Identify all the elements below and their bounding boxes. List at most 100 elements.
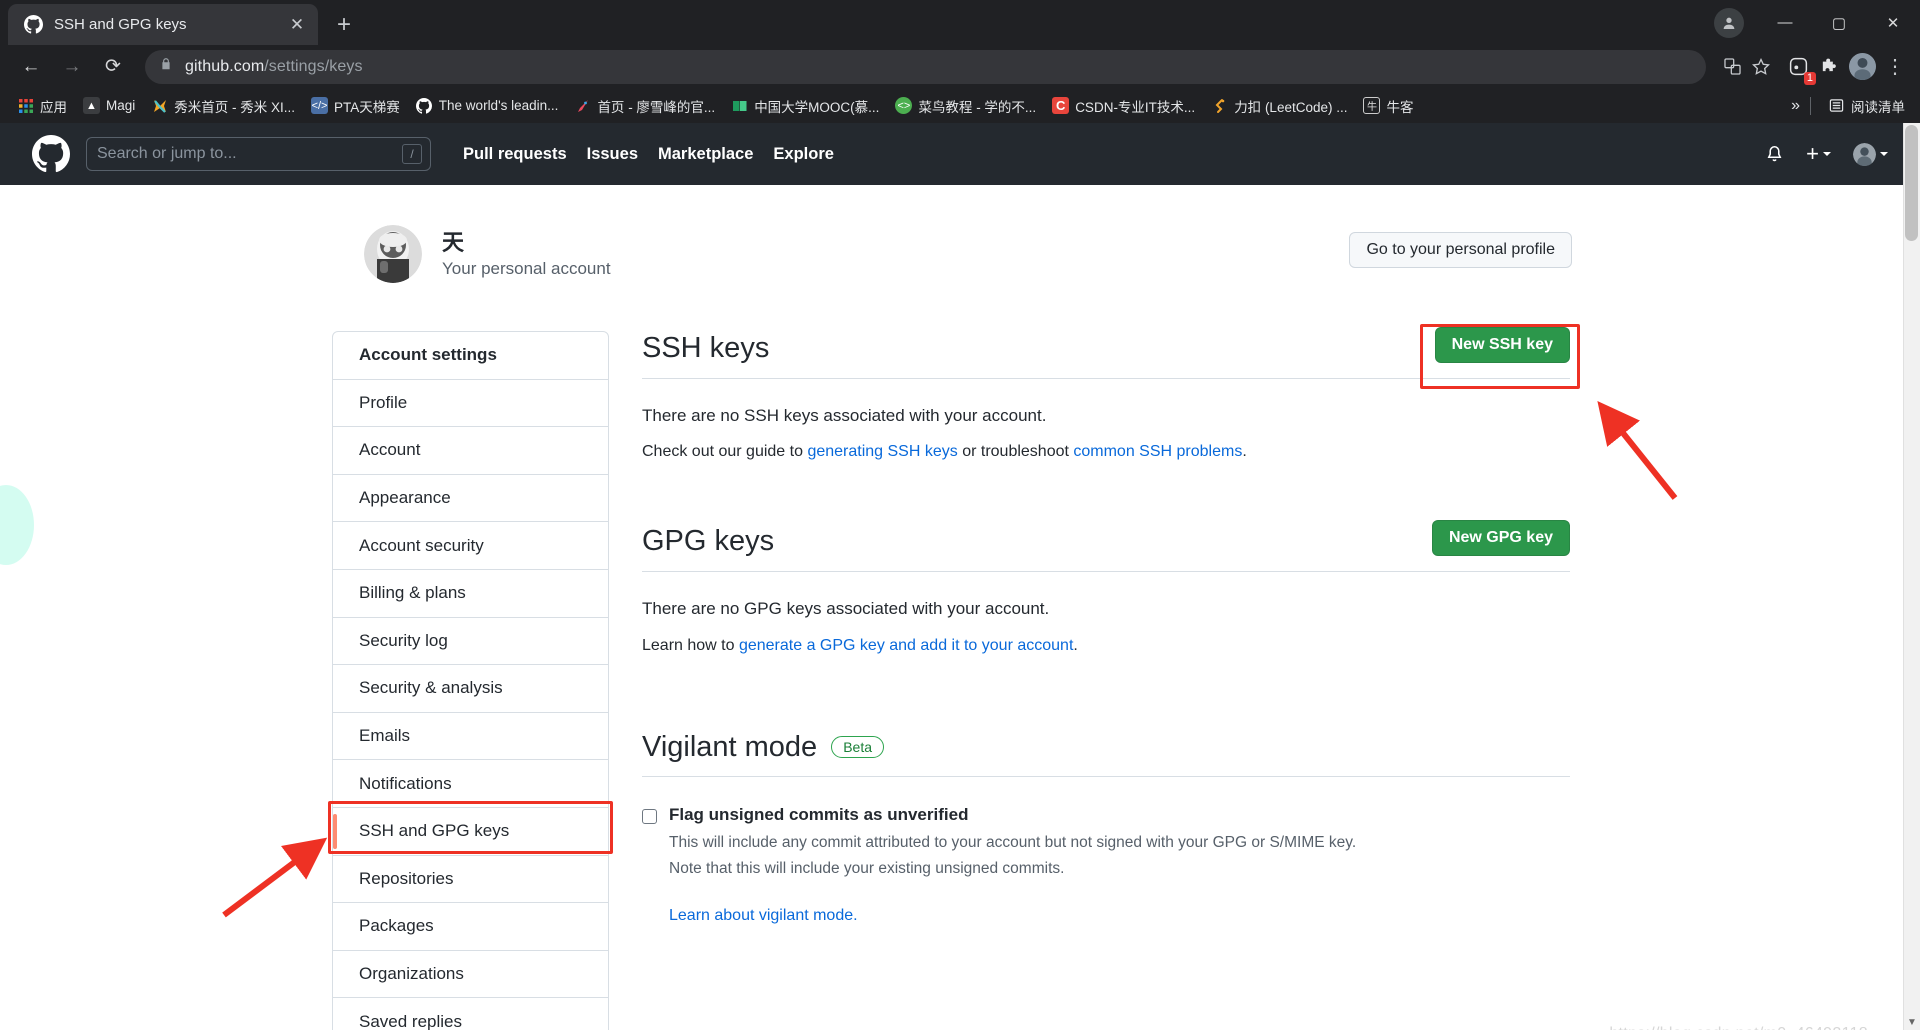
search-shortcut-hint: / — [402, 144, 422, 164]
extension-badge-count: 1 — [1803, 71, 1816, 85]
sidebar-item-account[interactable]: Account — [333, 427, 608, 475]
browser-window: SSH and GPG keys ✕ + — ▢ ✕ ← → ⟳ github.… — [0, 0, 1920, 1030]
address-bar[interactable]: github.com/settings/keys — [145, 49, 1706, 84]
bookmarks-overflow-button[interactable]: » — [1791, 97, 1800, 115]
sidebar-item-repositories[interactable]: Repositories — [333, 856, 608, 904]
translate-icon[interactable] — [1719, 54, 1745, 80]
page-scrollbar[interactable]: ▲ ▼ — [1903, 123, 1920, 1030]
bookmark-label: Magi — [106, 98, 136, 113]
bookmark-runoob[interactable]: <> 菜鸟教程 - 学的不... — [888, 92, 1043, 120]
new-tab-button[interactable]: + — [327, 8, 361, 42]
browser-profile-icon[interactable] — [1714, 7, 1744, 38]
sidebar-item-notifications[interactable]: Notifications — [333, 760, 608, 808]
vigilant-mode-section: Vigilant mode Beta Flag unsigned commits… — [642, 730, 1570, 926]
flag-unsigned-commits-checkbox[interactable] — [642, 809, 657, 825]
close-window-button[interactable]: ✕ — [1866, 0, 1920, 45]
gpg-empty-text: There are no GPG keys associated with yo… — [642, 599, 1050, 619]
bookmarks-bar-right: » 阅读清单 — [1791, 92, 1912, 120]
extension-badge-icon[interactable]: 1 — [1785, 54, 1816, 85]
sidebar-item-security-analysis[interactable]: Security & analysis — [333, 665, 608, 713]
sidebar-item-appearance[interactable]: Appearance — [333, 475, 608, 523]
bookmark-magi[interactable]: ▲ Magi — [76, 93, 142, 118]
new-ssh-key-button[interactable]: New SSH key — [1434, 327, 1570, 363]
reload-button[interactable]: ⟳ — [94, 48, 132, 86]
checkbox-note-line-1: This will include any commit attributed … — [669, 834, 1357, 852]
bookmark-nowcoder[interactable]: 牛 牛客 — [1356, 92, 1420, 120]
magi-icon: ▲ — [83, 97, 100, 114]
nav-explore[interactable]: Explore — [773, 145, 834, 164]
checkbox-note-line-2: Note that this will include your existin… — [669, 860, 1065, 878]
sidebar-item-account-security[interactable]: Account security — [333, 522, 608, 570]
checkbox-label: Flag unsigned commits as unverified — [669, 805, 969, 825]
go-to-profile-button[interactable]: Go to your personal profile — [1349, 232, 1572, 268]
bookmark-pta[interactable]: </> PTA天梯赛 — [304, 92, 407, 120]
create-new-button[interactable]: + — [1806, 143, 1831, 165]
sidebar-item-billing-plans[interactable]: Billing & plans — [333, 570, 608, 618]
leetcode-icon — [1211, 97, 1228, 114]
generate-gpg-key-link[interactable]: generate a GPG key and add it to your ac… — [739, 637, 1073, 654]
watermark: https://blog.csdn.net/m0_46492118 — [1609, 1025, 1868, 1030]
sidebar-item-security-log[interactable]: Security log — [333, 618, 608, 666]
puzzle-icon[interactable] — [1817, 54, 1843, 80]
browser-menu-button[interactable]: ⋮ — [1882, 54, 1908, 80]
browser-account-avatar[interactable] — [1849, 53, 1876, 80]
scrollbar-thumb[interactable] — [1905, 125, 1918, 241]
apps-grid-icon — [17, 97, 34, 114]
bookmark-liaoxuefeng[interactable]: 首页 - 廖雪峰的官... — [567, 92, 722, 120]
back-button[interactable]: ← — [12, 48, 50, 86]
url-path: /settings/keys — [264, 57, 363, 75]
bookmark-leetcode[interactable]: 力扣 (LeetCode) ... — [1204, 92, 1354, 120]
new-gpg-key-button[interactable]: New GPG key — [1431, 520, 1570, 557]
window-controls: — ▢ ✕ — [1714, 0, 1920, 45]
bookmark-csdn[interactable]: C CSDN-专业IT技术... — [1045, 92, 1202, 120]
ssh-guide-text: Check out our guide to generating SSH ke… — [642, 440, 1570, 464]
nav-pull-requests[interactable]: Pull requests — [463, 145, 567, 164]
reading-list-label: 阅读清单 — [1851, 99, 1905, 115]
learn-about-vigilant-mode-link[interactable]: Learn about vigilant mode. — [669, 907, 1356, 925]
reading-list-button[interactable]: 阅读清单 — [1821, 92, 1912, 120]
sidebar-item-saved-replies[interactable]: Saved replies — [333, 998, 608, 1030]
forward-button[interactable]: → — [53, 48, 91, 86]
github-mark-icon[interactable] — [32, 135, 70, 173]
divider — [642, 377, 1570, 379]
chevron-down-icon — [1880, 152, 1888, 156]
bell-icon[interactable] — [1765, 145, 1784, 164]
flag-unsigned-commits-row: Flag unsigned commits as unverified This… — [642, 805, 1570, 925]
close-icon[interactable]: ✕ — [286, 14, 308, 36]
scroll-down-icon[interactable]: ▼ — [1907, 1017, 1917, 1028]
header-right: + — [1765, 142, 1888, 166]
minimize-button[interactable]: — — [1758, 0, 1812, 45]
ssh-keys-title-row: SSH keys New SSH key — [642, 327, 1570, 366]
nav-issues[interactable]: Issues — [587, 145, 638, 164]
account-subtitle: Your personal account — [442, 258, 611, 278]
sidebar-item-profile[interactable]: Profile — [333, 380, 608, 428]
github-icon — [416, 97, 433, 114]
generating-ssh-keys-link[interactable]: generating SSH keys — [807, 443, 957, 460]
search-input[interactable]: Search or jump to... / — [86, 137, 431, 171]
maximize-button[interactable]: ▢ — [1812, 0, 1866, 45]
sidebar-item-emails[interactable]: Emails — [333, 713, 608, 761]
github-header: Search or jump to... / Pull requests Iss… — [0, 123, 1920, 185]
github-icon — [24, 15, 43, 34]
avatar[interactable] — [364, 225, 422, 283]
url-text: github.com/settings/keys — [185, 58, 363, 76]
avatar — [1853, 142, 1876, 166]
common-ssh-problems-link[interactable]: common SSH problems — [1073, 443, 1242, 460]
sidebar-item-organizations[interactable]: Organizations — [333, 951, 608, 999]
bookmark-apps[interactable]: 应用 — [10, 92, 74, 120]
account-menu-button[interactable] — [1853, 142, 1888, 166]
divider — [1810, 96, 1811, 115]
settings-layout: Account settings Profile Account Appeara… — [0, 283, 1920, 1030]
sidebar-item-packages[interactable]: Packages — [333, 903, 608, 951]
divider — [642, 776, 1570, 778]
bookmark-xiumi[interactable]: 秀米首页 - 秀米 XI... — [144, 92, 302, 120]
sidebar-item-ssh-and-gpg-keys[interactable]: SSH and GPG keys — [333, 808, 608, 856]
bookmark-github[interactable]: The world's leadin... — [409, 93, 566, 118]
lock-icon — [159, 57, 173, 76]
browser-tab[interactable]: SSH and GPG keys ✕ — [8, 4, 318, 45]
nav-marketplace[interactable]: Marketplace — [658, 145, 753, 164]
bookmark-mooc[interactable]: 中国大学MOOC(慕... — [724, 92, 886, 120]
bookmark-label: 力扣 (LeetCode) ... — [1234, 99, 1348, 115]
star-icon[interactable] — [1748, 54, 1774, 80]
divider — [642, 571, 1570, 573]
